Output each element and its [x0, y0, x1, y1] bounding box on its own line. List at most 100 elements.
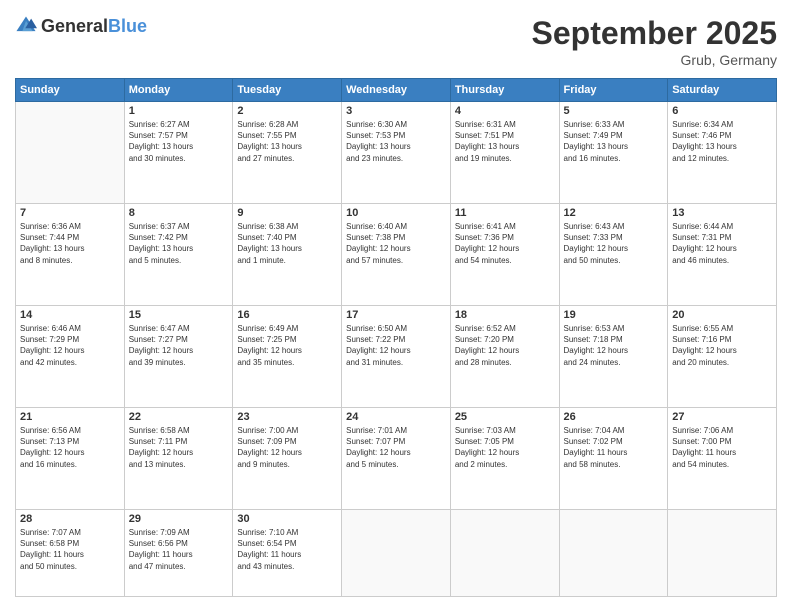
- day-number: 19: [564, 309, 664, 321]
- calendar-cell: [342, 509, 451, 596]
- calendar-cell: 22 Sunrise: 6:58 AM Sunset: 7:11 PM Dayli…: [124, 407, 233, 509]
- day-info: Sunrise: 6:43 AM Sunset: 7:33 PM Dayligh…: [564, 221, 664, 266]
- calendar-cell: 28 Sunrise: 7:07 AM Sunset: 6:58 PM Dayli…: [16, 509, 125, 596]
- header-wednesday: Wednesday: [342, 79, 451, 102]
- calendar-cell: 11 Sunrise: 6:41 AM Sunset: 7:36 PM Dayli…: [450, 203, 559, 305]
- day-number: 27: [672, 411, 772, 423]
- header-saturday: Saturday: [668, 79, 777, 102]
- day-info: Sunrise: 6:52 AM Sunset: 7:20 PM Dayligh…: [455, 323, 555, 368]
- calendar-cell: 1 Sunrise: 6:27 AM Sunset: 7:57 PM Daylig…: [124, 102, 233, 204]
- day-number: 4: [455, 105, 555, 117]
- logo-text-blue: Blue: [108, 16, 147, 36]
- day-number: 12: [564, 207, 664, 219]
- logo-text-general: General: [41, 16, 108, 36]
- header: GeneralBlue September 2025 Grub, Germany: [15, 15, 777, 68]
- day-number: 15: [129, 309, 229, 321]
- day-info: Sunrise: 6:36 AM Sunset: 7:44 PM Dayligh…: [20, 221, 120, 266]
- title-section: September 2025 Grub, Germany: [532, 15, 777, 68]
- calendar-cell: 10 Sunrise: 6:40 AM Sunset: 7:38 PM Dayli…: [342, 203, 451, 305]
- calendar-cell: 29 Sunrise: 7:09 AM Sunset: 6:56 PM Dayli…: [124, 509, 233, 596]
- day-info: Sunrise: 6:27 AM Sunset: 7:57 PM Dayligh…: [129, 119, 229, 164]
- day-number: 1: [129, 105, 229, 117]
- day-number: 5: [564, 105, 664, 117]
- day-number: 28: [20, 513, 120, 525]
- header-sunday: Sunday: [16, 79, 125, 102]
- day-info: Sunrise: 6:44 AM Sunset: 7:31 PM Dayligh…: [672, 221, 772, 266]
- day-info: Sunrise: 6:49 AM Sunset: 7:25 PM Dayligh…: [237, 323, 337, 368]
- calendar-cell: 30 Sunrise: 7:10 AM Sunset: 6:54 PM Dayli…: [233, 509, 342, 596]
- day-info: Sunrise: 7:00 AM Sunset: 7:09 PM Dayligh…: [237, 425, 337, 470]
- day-number: 13: [672, 207, 772, 219]
- calendar-cell: 15 Sunrise: 6:47 AM Sunset: 7:27 PM Dayli…: [124, 305, 233, 407]
- day-info: Sunrise: 6:56 AM Sunset: 7:13 PM Dayligh…: [20, 425, 120, 470]
- calendar-cell: 6 Sunrise: 6:34 AM Sunset: 7:46 PM Daylig…: [668, 102, 777, 204]
- page: GeneralBlue September 2025 Grub, Germany…: [0, 0, 792, 612]
- day-number: 24: [346, 411, 446, 423]
- calendar-cell: 25 Sunrise: 7:03 AM Sunset: 7:05 PM Dayli…: [450, 407, 559, 509]
- day-info: Sunrise: 7:06 AM Sunset: 7:00 PM Dayligh…: [672, 425, 772, 470]
- header-monday: Monday: [124, 79, 233, 102]
- calendar-cell: 4Sunrise: 6:31 AM Sunset: 7:51 PM Daylig…: [450, 102, 559, 204]
- day-info: Sunrise: 6:34 AM Sunset: 7:46 PM Dayligh…: [672, 119, 772, 164]
- day-number: 18: [455, 309, 555, 321]
- day-info: Sunrise: 6:46 AM Sunset: 7:29 PM Dayligh…: [20, 323, 120, 368]
- calendar-cell: 21Sunrise: 6:56 AM Sunset: 7:13 PM Dayli…: [16, 407, 125, 509]
- calendar-cell: 18 Sunrise: 6:52 AM Sunset: 7:20 PM Dayli…: [450, 305, 559, 407]
- day-info: Sunrise: 7:03 AM Sunset: 7:05 PM Dayligh…: [455, 425, 555, 470]
- calendar-cell: 19 Sunrise: 6:53 AM Sunset: 7:18 PM Dayli…: [559, 305, 668, 407]
- day-info: Sunrise: 6:55 AM Sunset: 7:16 PM Dayligh…: [672, 323, 772, 368]
- day-number: 10: [346, 207, 446, 219]
- day-number: 2: [237, 105, 337, 117]
- day-number: 20: [672, 309, 772, 321]
- day-number: 6: [672, 105, 772, 117]
- day-info: Sunrise: 7:09 AM Sunset: 6:56 PM Dayligh…: [129, 527, 229, 572]
- day-info: Sunrise: 6:40 AM Sunset: 7:38 PM Dayligh…: [346, 221, 446, 266]
- day-number: 16: [237, 309, 337, 321]
- day-number: 7: [20, 207, 120, 219]
- logo: GeneralBlue: [15, 15, 147, 37]
- calendar-cell: [16, 102, 125, 204]
- calendar-cell: 16 Sunrise: 6:49 AM Sunset: 7:25 PM Dayli…: [233, 305, 342, 407]
- logo-icon: [15, 15, 37, 37]
- day-info: Sunrise: 7:07 AM Sunset: 6:58 PM Dayligh…: [20, 527, 120, 572]
- day-info: Sunrise: 7:10 AM Sunset: 6:54 PM Dayligh…: [237, 527, 337, 572]
- day-info: Sunrise: 7:01 AM Sunset: 7:07 PM Dayligh…: [346, 425, 446, 470]
- day-info: Sunrise: 6:41 AM Sunset: 7:36 PM Dayligh…: [455, 221, 555, 266]
- calendar-table: Sunday Monday Tuesday Wednesday Thursday…: [15, 78, 777, 597]
- day-info: Sunrise: 6:38 AM Sunset: 7:40 PM Dayligh…: [237, 221, 337, 266]
- day-number: 8: [129, 207, 229, 219]
- calendar-cell: 3 Sunrise: 6:30 AM Sunset: 7:53 PM Daylig…: [342, 102, 451, 204]
- location: Grub, Germany: [532, 52, 777, 68]
- day-info: Sunrise: 6:47 AM Sunset: 7:27 PM Dayligh…: [129, 323, 229, 368]
- calendar-cell: 12 Sunrise: 6:43 AM Sunset: 7:33 PM Dayli…: [559, 203, 668, 305]
- day-number: 22: [129, 411, 229, 423]
- header-thursday: Thursday: [450, 79, 559, 102]
- day-number: 30: [237, 513, 337, 525]
- day-info: Sunrise: 6:58 AM Sunset: 7:11 PM Dayligh…: [129, 425, 229, 470]
- calendar-cell: [559, 509, 668, 596]
- calendar-cell: 5 Sunrise: 6:33 AM Sunset: 7:49 PM Daylig…: [559, 102, 668, 204]
- calendar-cell: 7 Sunrise: 6:36 AM Sunset: 7:44 PM Daylig…: [16, 203, 125, 305]
- calendar-cell: 17Sunrise: 6:50 AM Sunset: 7:22 PM Dayli…: [342, 305, 451, 407]
- calendar-cell: 8 Sunrise: 6:37 AM Sunset: 7:42 PM Daylig…: [124, 203, 233, 305]
- day-info: Sunrise: 6:37 AM Sunset: 7:42 PM Dayligh…: [129, 221, 229, 266]
- day-number: 17: [346, 309, 446, 321]
- day-info: Sunrise: 6:28 AM Sunset: 7:55 PM Dayligh…: [237, 119, 337, 164]
- day-number: 26: [564, 411, 664, 423]
- calendar-cell: 24 Sunrise: 7:01 AM Sunset: 7:07 PM Dayli…: [342, 407, 451, 509]
- calendar-cell: 14Sunrise: 6:46 AM Sunset: 7:29 PM Dayli…: [16, 305, 125, 407]
- calendar-cell: 27 Sunrise: 7:06 AM Sunset: 7:00 PM Dayli…: [668, 407, 777, 509]
- day-info: Sunrise: 6:53 AM Sunset: 7:18 PM Dayligh…: [564, 323, 664, 368]
- day-number: 25: [455, 411, 555, 423]
- day-info: Sunrise: 7:04 AM Sunset: 7:02 PM Dayligh…: [564, 425, 664, 470]
- day-number: 3: [346, 105, 446, 117]
- calendar-cell: 23 Sunrise: 7:00 AM Sunset: 7:09 PM Dayli…: [233, 407, 342, 509]
- day-info: Sunrise: 6:33 AM Sunset: 7:49 PM Dayligh…: [564, 119, 664, 164]
- calendar-cell: 13 Sunrise: 6:44 AM Sunset: 7:31 PM Dayli…: [668, 203, 777, 305]
- day-number: 11: [455, 207, 555, 219]
- day-number: 29: [129, 513, 229, 525]
- calendar-cell: 2 Sunrise: 6:28 AM Sunset: 7:55 PM Daylig…: [233, 102, 342, 204]
- day-number: 23: [237, 411, 337, 423]
- calendar-cell: 20 Sunrise: 6:55 AM Sunset: 7:16 PM Dayli…: [668, 305, 777, 407]
- day-info: Sunrise: 6:30 AM Sunset: 7:53 PM Dayligh…: [346, 119, 446, 164]
